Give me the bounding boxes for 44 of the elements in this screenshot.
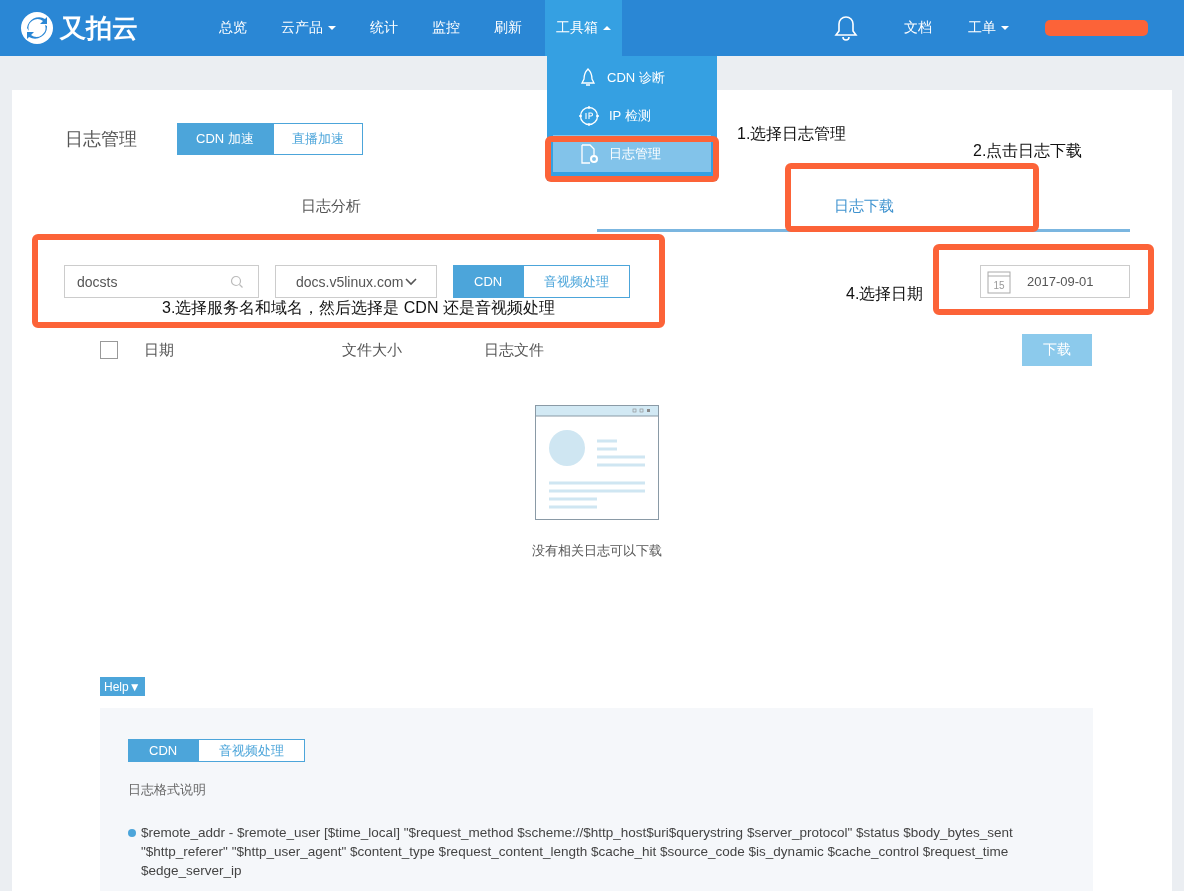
help-toggle-button[interactable]: 音视频处理 [198,739,306,762]
logo-icon [20,11,54,45]
calendar-icon: 15 [987,269,1011,294]
service-toggle-button[interactable]: 直播加速 [272,123,363,155]
service-search-field[interactable]: docsts [64,265,259,298]
column-header: 日志文件 [484,340,544,360]
column-header: 文件大小 [342,340,402,360]
bullet-dot-icon [128,829,136,837]
nav-item[interactable]: 刷新 [483,0,533,56]
bell-icon[interactable] [834,15,858,41]
service-toggle-button[interactable]: CDN 加速 [177,123,273,155]
annotation-text: 4.选择日期 [846,284,924,304]
file-gear-icon [579,143,599,164]
tab[interactable]: 日志分析 [64,183,597,232]
menu-item[interactable]: CDN 诊断 [553,59,711,96]
help-button[interactable]: Help▼ [100,677,145,696]
bell-outline-icon [579,67,597,88]
log-format-text: $remote_addr - $remote_user [$time_local] "$request_method $scheme://$http_host$uri$querystring $server_protocol" $status $body_bytes_sent "$http_referer" "$http_user_agent" $content_type $request_content_length $cache_hit $source_code $is_dynamic $cache_control $request_time $edge_server_ip [141,824,1014,880]
menu-item[interactable]: IP 检测 [553,97,711,134]
help-toggle-button[interactable]: CDN [128,739,199,762]
annotation-text: 1.选择日志管理 [737,124,847,144]
tickets-menu[interactable]: 工单 [968,19,1009,37]
nav-item[interactable]: 工具箱 [545,0,622,56]
date-picker-field[interactable]: 15 2017-09-01 [980,265,1130,298]
nav-item[interactable]: 统计 [359,0,409,56]
empty-state-message: 没有相关日志可以下载 [532,542,662,560]
tab[interactable]: 日志下载 [597,183,1130,232]
page-title: 日志管理 [65,128,137,151]
search-icon [230,274,244,289]
domain-select[interactable]: docs.v5linux.com [275,265,437,298]
ip-target-icon [579,105,599,126]
nav-item[interactable]: 监控 [421,0,471,56]
logo-text[interactable]: 又拍云 [60,10,138,46]
nav-item[interactable]: 总览 [208,0,258,56]
chevron-down-icon [405,277,418,286]
nav-item[interactable]: 云产品 [270,0,347,56]
column-header: 日期 [144,340,174,360]
docs-link[interactable]: 文档 [904,19,932,37]
help-heading: 日志格式说明 [128,781,207,799]
mode-toggle-button[interactable]: CDN [453,265,524,298]
annotation-text: 2.点击日志下载 [973,141,1083,161]
select-all-checkbox[interactable] [100,341,118,359]
annotation-text: 3.选择服务名和域名，然后选择是 CDN 还是音视频处理 [162,298,555,318]
mode-toggle-button[interactable]: 音视频处理 [523,265,631,298]
